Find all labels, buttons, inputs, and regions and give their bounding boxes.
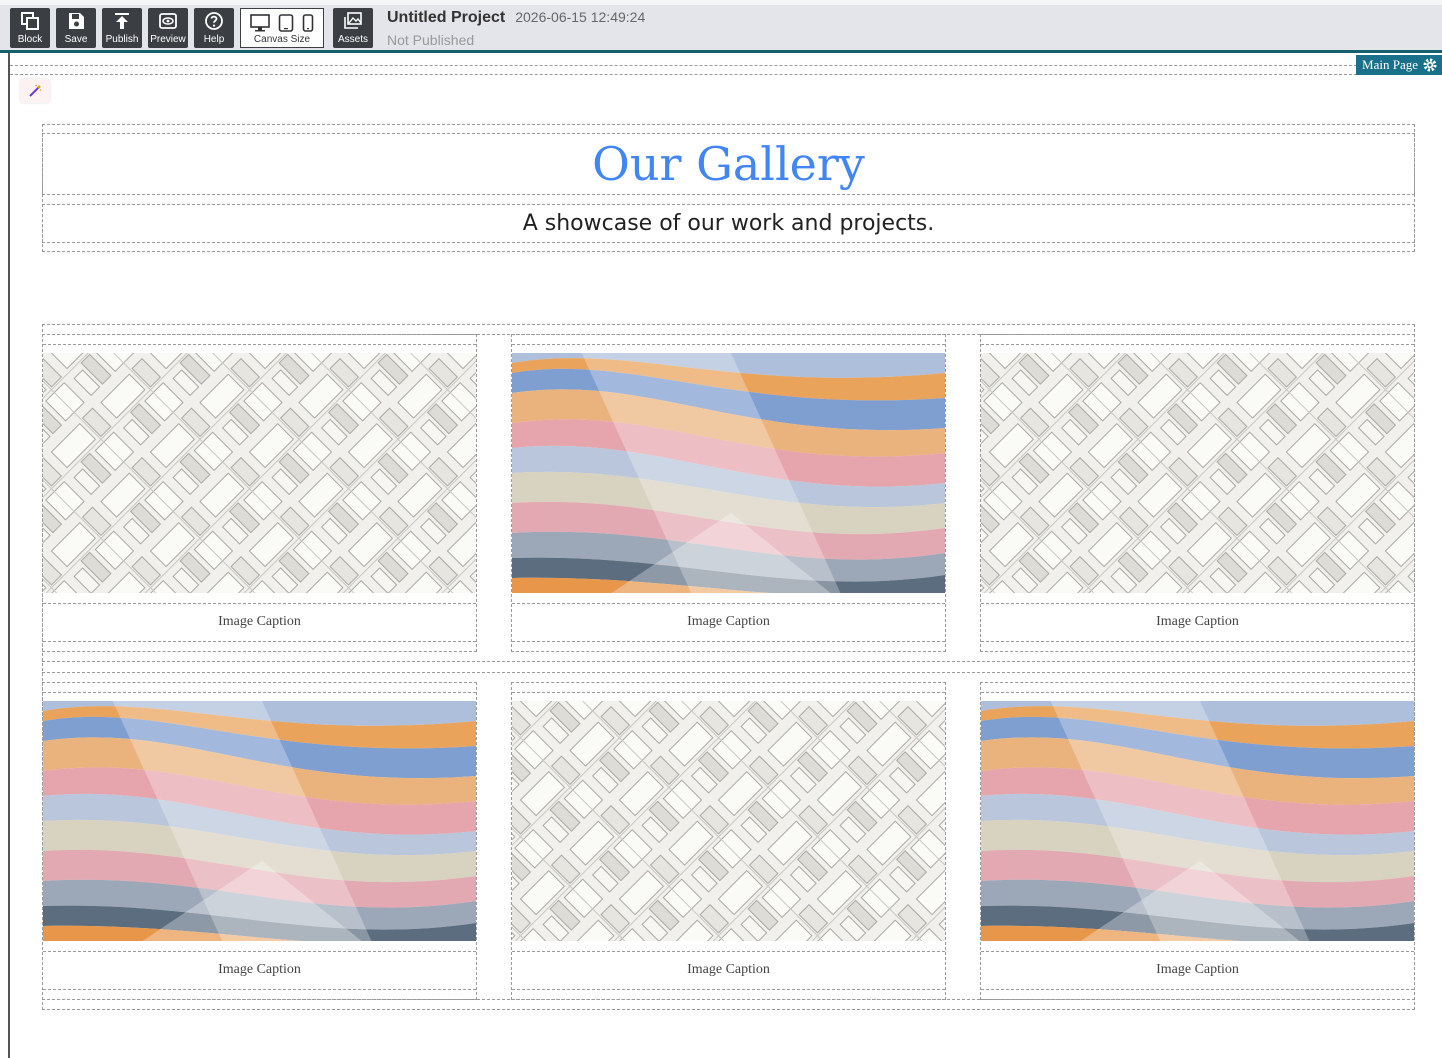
caption-block[interactable]: Image Caption — [981, 603, 1414, 642]
gallery-card-4[interactable]: Image Caption — [42, 682, 477, 1000]
image-caption: Image Caption — [218, 614, 301, 629]
image-caption: Image Caption — [218, 962, 301, 977]
block-button-label: Block — [17, 34, 43, 45]
image-caption: Image Caption — [687, 962, 770, 977]
publish-button[interactable]: Publish — [102, 8, 142, 48]
page-name: Main Page — [1362, 57, 1418, 72]
upload-icon — [115, 13, 129, 29]
page-title: Our Gallery — [592, 137, 865, 191]
preview-button-label: Preview — [150, 34, 186, 45]
page-selector[interactable]: Main Page — [1356, 55, 1442, 75]
save-icon — [69, 13, 84, 29]
device-options — [250, 12, 314, 32]
blocks-icon — [21, 12, 39, 30]
image-caption: Image Caption — [687, 614, 770, 629]
caption-block[interactable]: Image Caption — [981, 951, 1414, 990]
caption-block[interactable]: Image Caption — [512, 951, 945, 990]
project-info: Untitled Project 2026-06-15 12:49:24 Not … — [387, 9, 645, 48]
canvas-size-label: Canvas Size — [253, 34, 311, 45]
title-block[interactable]: Our Gallery — [42, 133, 1415, 195]
preview-button[interactable]: Preview — [148, 8, 188, 48]
tablet-icon[interactable] — [278, 14, 294, 32]
gallery-image[interactable] — [512, 701, 945, 941]
phone-icon[interactable] — [302, 14, 314, 32]
magic-wand-icon — [29, 84, 42, 97]
gallery-card-6[interactable]: Image Caption — [980, 682, 1415, 1000]
ai-assist-button[interactable] — [20, 79, 50, 103]
gallery-card-3[interactable]: Image Caption — [980, 334, 1415, 652]
gallery-image[interactable] — [43, 353, 476, 593]
page-subtitle: A showcase of our work and projects. — [522, 211, 935, 236]
gallery-card-1[interactable]: Image Caption — [42, 334, 477, 652]
caption-block[interactable]: Image Caption — [43, 951, 476, 990]
gear-icon[interactable] — [1422, 57, 1438, 73]
caption-block[interactable]: Image Caption — [43, 603, 476, 642]
desktop-icon[interactable] — [250, 14, 270, 32]
gallery-image[interactable] — [981, 701, 1414, 941]
block-button[interactable]: Block — [10, 8, 50, 48]
save-button-label: Save — [64, 34, 88, 45]
image-caption: Image Caption — [1156, 614, 1239, 629]
assets-button-label: Assets — [337, 34, 368, 45]
image-caption: Image Caption — [1156, 962, 1239, 977]
project-title: Untitled Project — [387, 9, 506, 26]
toolbar-top-strip — [0, 0, 1442, 5]
subtitle-block[interactable]: A showcase of our work and projects. — [42, 204, 1415, 243]
eye-icon — [159, 13, 177, 29]
assets-button[interactable]: Assets — [333, 8, 373, 48]
help-button-label: Help — [203, 34, 225, 45]
save-button[interactable]: Save — [56, 8, 96, 48]
images-icon — [344, 12, 362, 29]
project-timestamp: 2026-06-15 12:49:24 — [515, 9, 646, 25]
gallery-card-5[interactable]: Image Caption — [511, 682, 946, 1000]
caption-block[interactable]: Image Caption — [512, 603, 945, 642]
canvas-size-selector[interactable]: Canvas Size — [240, 8, 324, 48]
top-toolbar: Block Save Publish Preview Help Canvas S… — [0, 0, 1442, 53]
help-button[interactable]: Help — [194, 8, 234, 48]
gallery-image[interactable] — [981, 353, 1414, 593]
publish-status: Not Published — [387, 32, 475, 48]
gallery-image[interactable] — [512, 353, 945, 593]
gallery-image[interactable] — [43, 701, 476, 941]
page-body-outline — [10, 65, 1442, 75]
help-icon — [205, 12, 223, 30]
gallery-card-2[interactable]: Image Caption — [511, 334, 946, 652]
publish-button-label: Publish — [105, 34, 139, 45]
